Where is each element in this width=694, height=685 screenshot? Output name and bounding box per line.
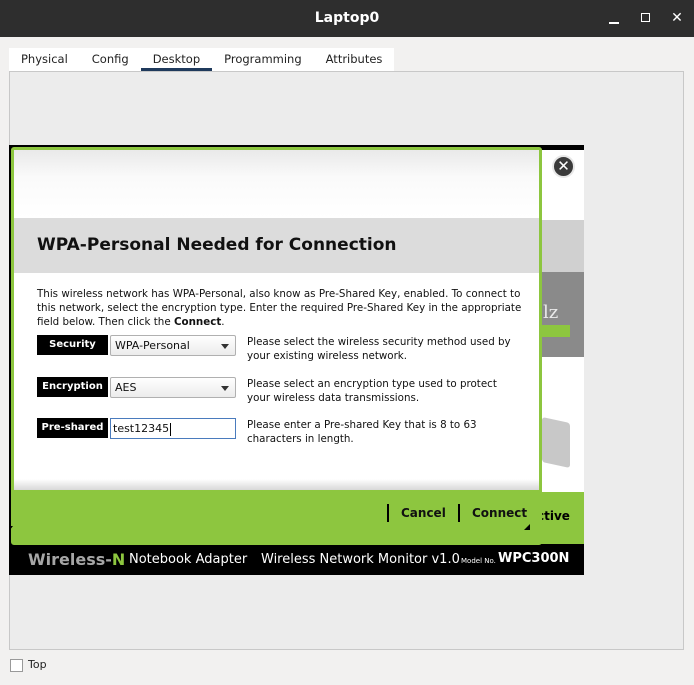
top-checkbox[interactable] (10, 659, 23, 672)
tab-config[interactable]: Config (80, 48, 141, 71)
monitor-gray-strip (540, 220, 584, 272)
tab-physical[interactable]: Physical (9, 48, 80, 71)
dialog-intro: This wireless network has WPA-Personal, … (37, 287, 527, 329)
close-window-button[interactable]: ✕ (667, 8, 687, 28)
psk-row: Pre-shared Key test12345 Please enter a … (37, 418, 537, 453)
model-prefix: Model No. (461, 557, 496, 565)
security-select[interactable]: WPA-Personal (110, 335, 236, 356)
connect-button[interactable]: Connect (458, 504, 527, 522)
intro-end: . (221, 316, 225, 328)
maximize-button[interactable] (636, 8, 656, 28)
monitor-green-bar (540, 325, 570, 337)
minimize-icon (609, 22, 619, 24)
brand-logo: Wireless-N (28, 550, 125, 569)
brand-n: N (111, 550, 126, 569)
intro-text: This wireless network has WPA-Personal, … (37, 288, 522, 328)
security-description: Please select the wireless security meth… (247, 336, 511, 362)
encryption-row: Encryption AES Please select an encrypti… (37, 377, 537, 404)
security-row: Security WPA-Personal Please select the … (37, 335, 537, 362)
window-title: Laptop0 (314, 10, 380, 26)
adapter-device-image (542, 417, 570, 468)
chevron-down-icon (221, 386, 229, 391)
brand-text: Wireless- (28, 550, 112, 569)
minimize-button[interactable] (604, 8, 624, 28)
close-icon: ✕ (557, 157, 570, 175)
top-checkbox-label: Top (28, 658, 47, 671)
intro-connect-word: Connect (173, 316, 222, 328)
dialog-footer-separator (14, 479, 539, 490)
security-label: Security (37, 335, 108, 355)
tab-attributes[interactable]: Attributes (314, 48, 395, 71)
psk-description: Please enter a Pre-shared Key that is 8 … (247, 419, 477, 445)
monitor-footer: Wireless-N Notebook Adapter Wireless Net… (11, 545, 582, 574)
corner-marker-icon (9, 526, 13, 531)
chevron-down-icon (221, 344, 229, 349)
maximize-icon (641, 13, 650, 22)
dialog-top-band (14, 150, 539, 218)
cancel-button[interactable]: Cancel (387, 504, 446, 522)
dialog-footer: Cancel Connect (14, 490, 539, 542)
psk-input[interactable]: test12345 (110, 418, 236, 439)
laptop-window: Laptop0 ✕ Physical Config Desktop Progra… (0, 0, 694, 685)
encryption-value: AES (115, 381, 137, 394)
wpa-dialog: WPA-Personal Needed for Connection This … (11, 147, 542, 545)
psk-label: Pre-shared Key (37, 418, 108, 453)
resize-corner-icon (524, 524, 530, 530)
monitor-version: Wireless Network Monitor v1.0 (261, 552, 460, 567)
dialog-heading: WPA-Personal Needed for Connection (37, 235, 397, 255)
dialog-header: WPA-Personal Needed for Connection (14, 218, 539, 273)
tab-desktop[interactable]: Desktop (140, 48, 213, 71)
tab-bar: Physical Config Desktop Programming Attr… (9, 48, 395, 71)
encryption-select[interactable]: AES (110, 377, 236, 398)
model-number: WPC300N (498, 551, 570, 566)
encryption-description: Please select an encryption type used to… (247, 378, 497, 404)
tab-programming[interactable]: Programming (212, 48, 314, 71)
psk-value: test12345 (113, 422, 170, 435)
title-bar: Laptop0 ✕ (0, 0, 694, 37)
security-value: WPA-Personal (115, 339, 190, 352)
encryption-label: Encryption (37, 377, 108, 397)
close-icon: ✕ (671, 10, 683, 26)
product-name: Notebook Adapter (129, 552, 248, 567)
close-monitor-button[interactable]: ✕ (552, 155, 575, 178)
text-caret (170, 422, 172, 436)
monitor-banner-text: lz (543, 302, 559, 323)
